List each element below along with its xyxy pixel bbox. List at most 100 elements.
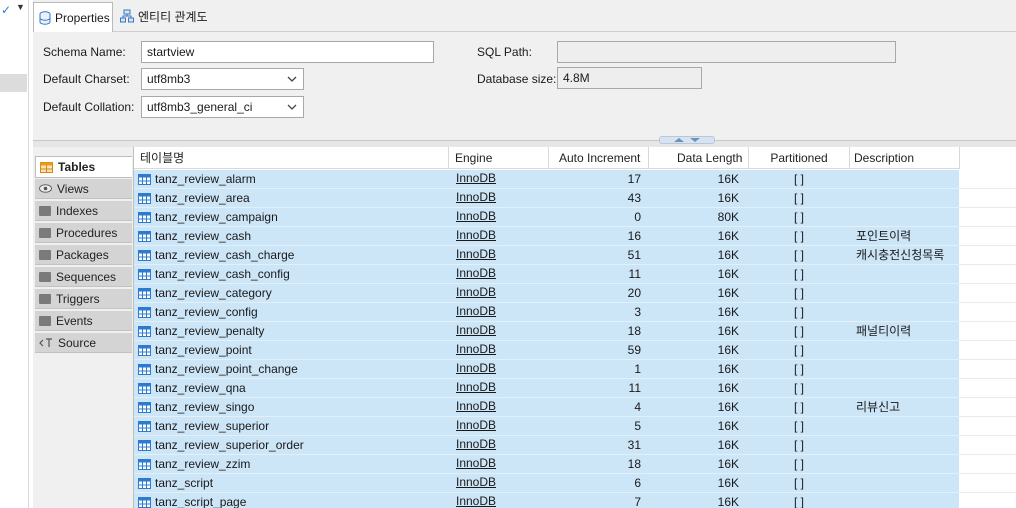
- cell-auto-increment[interactable]: 18: [549, 322, 647, 341]
- cell-auto-increment[interactable]: 0: [549, 208, 647, 227]
- cell-description[interactable]: 패널티이력: [854, 322, 959, 341]
- cell-engine-link[interactable]: InnoDB: [456, 189, 546, 208]
- cell-data-length[interactable]: 16K: [649, 303, 745, 322]
- table-row[interactable]: tanz_review_category InnoDB 20 16K[ ]: [134, 284, 1016, 303]
- cell-partitioned[interactable]: [ ]: [749, 170, 849, 189]
- table-row[interactable]: tanz_review_zzim InnoDB 18 16K[ ]: [134, 455, 1016, 474]
- cell-auto-increment[interactable]: 51: [549, 246, 647, 265]
- cell-engine-link[interactable]: InnoDB: [456, 474, 546, 493]
- table-row[interactable]: tanz_script InnoDB 6 16K[ ]: [134, 474, 1016, 493]
- cell-partitioned[interactable]: [ ]: [749, 493, 849, 508]
- cell-partitioned[interactable]: [ ]: [749, 474, 849, 493]
- column-header-description[interactable]: Description: [850, 147, 960, 169]
- cell-table-name[interactable]: tanz_review_penalty: [138, 322, 448, 341]
- cell-engine-link[interactable]: InnoDB: [456, 227, 546, 246]
- cell-description[interactable]: [854, 493, 959, 508]
- side-tab-packages[interactable]: Packages: [35, 245, 132, 265]
- cell-auto-increment[interactable]: 17: [549, 170, 647, 189]
- cell-engine-link[interactable]: InnoDB: [456, 493, 546, 508]
- cell-data-length[interactable]: 16K: [649, 417, 745, 436]
- cell-description[interactable]: [854, 474, 959, 493]
- table-row[interactable]: tanz_script_page InnoDB 7 16K [ ]: [134, 493, 1016, 508]
- cell-engine-link[interactable]: InnoDB: [456, 436, 546, 455]
- sql-path-field[interactable]: [557, 41, 896, 63]
- cell-data-length[interactable]: 16K: [649, 398, 745, 417]
- column-header-table-name[interactable]: 테이블명: [134, 147, 449, 169]
- cell-table-name[interactable]: tanz_review_superior: [138, 417, 448, 436]
- cell-data-length[interactable]: 16K: [649, 436, 745, 455]
- cell-data-length[interactable]: 16K: [649, 360, 745, 379]
- column-header-data-length[interactable]: Data Length: [649, 147, 749, 169]
- cell-data-length[interactable]: 16K: [649, 341, 745, 360]
- cell-description[interactable]: [854, 303, 959, 322]
- cell-auto-increment[interactable]: 11: [549, 379, 647, 398]
- cell-data-length[interactable]: 80K: [649, 208, 745, 227]
- column-header-partitioned[interactable]: Partitioned: [749, 147, 850, 169]
- cell-partitioned[interactable]: [ ]: [749, 322, 849, 341]
- side-tab-tables[interactable]: Tables: [35, 156, 132, 178]
- cell-engine-link[interactable]: InnoDB: [456, 398, 546, 417]
- dropdown-arrow-icon[interactable]: ▼: [16, 2, 25, 12]
- cell-data-length[interactable]: 16K: [649, 170, 745, 189]
- cell-table-name[interactable]: tanz_review_qna: [138, 379, 448, 398]
- table-row[interactable]: tanz_review_penalty InnoDB 18 16K[ ] 패널티이력: [134, 322, 1016, 341]
- cell-engine-link[interactable]: InnoDB: [456, 417, 546, 436]
- cell-data-length[interactable]: 16K: [649, 455, 745, 474]
- cell-table-name[interactable]: tanz_review_cash_charge: [138, 246, 448, 265]
- cell-partitioned[interactable]: [ ]: [749, 227, 849, 246]
- navigator-selected-row[interactable]: [0, 74, 27, 92]
- cell-description[interactable]: [854, 455, 959, 474]
- cell-description[interactable]: [854, 360, 959, 379]
- side-tab-procedures[interactable]: Procedures: [35, 223, 132, 243]
- tab-er-diagram[interactable]: 엔티티 관계도: [115, 2, 219, 30]
- cell-data-length[interactable]: 16K: [649, 379, 745, 398]
- cell-auto-increment[interactable]: 5: [549, 417, 647, 436]
- cell-description[interactable]: [854, 208, 959, 227]
- panel-splitter[interactable]: [33, 140, 1016, 147]
- cell-engine-link[interactable]: InnoDB: [456, 208, 546, 227]
- cell-auto-increment[interactable]: 20: [549, 284, 647, 303]
- default-collation-select[interactable]: utf8mb3_general_ci: [141, 96, 304, 118]
- splitter-handle[interactable]: [659, 136, 715, 144]
- table-row[interactable]: tanz_review_superior_order InnoDB 31 16K[ ]: [134, 436, 1016, 455]
- cell-partitioned[interactable]: [ ]: [749, 455, 849, 474]
- cell-engine-link[interactable]: InnoDB: [456, 360, 546, 379]
- cell-description[interactable]: 캐시충전신청목록: [854, 246, 959, 265]
- table-row[interactable]: tanz_review_alarm InnoDB 17 16K[ ]: [134, 170, 1016, 189]
- cell-description[interactable]: [854, 189, 959, 208]
- table-row[interactable]: tanz_review_cash InnoDB 16 16K[ ] 포인트이력: [134, 227, 1016, 246]
- cell-partitioned[interactable]: [ ]: [749, 246, 849, 265]
- cell-table-name[interactable]: tanz_review_cash_config: [138, 265, 448, 284]
- cell-engine-link[interactable]: InnoDB: [456, 322, 546, 341]
- table-row[interactable]: tanz_review_singo InnoDB 4 16K[ ] 리뷰신고: [134, 398, 1016, 417]
- cell-data-length[interactable]: 16K: [649, 322, 745, 341]
- table-row[interactable]: tanz_review_qna InnoDB 11 16K[ ]: [134, 379, 1016, 398]
- cell-table-name[interactable]: tanz_review_point: [138, 341, 448, 360]
- side-tab-sequences[interactable]: Sequences: [35, 267, 132, 287]
- cell-auto-increment[interactable]: 1: [549, 360, 647, 379]
- cell-table-name[interactable]: tanz_review_config: [138, 303, 448, 322]
- cell-auto-increment[interactable]: 31: [549, 436, 647, 455]
- table-row[interactable]: tanz_review_cash_charge InnoDB 51 16K[ ] 캐시충…: [134, 246, 1016, 265]
- cell-partitioned[interactable]: [ ]: [749, 208, 849, 227]
- table-row[interactable]: tanz_review_area InnoDB 43 16K[ ]: [134, 189, 1016, 208]
- cell-table-name[interactable]: tanz_review_point_change: [138, 360, 448, 379]
- cell-auto-increment[interactable]: 3: [549, 303, 647, 322]
- side-tab-indexes[interactable]: Indexes: [35, 201, 132, 221]
- cell-description[interactable]: 포인트이력: [854, 227, 959, 246]
- cell-description[interactable]: [854, 341, 959, 360]
- side-tab-events[interactable]: Events: [35, 311, 132, 331]
- cell-table-name[interactable]: tanz_script_page: [138, 493, 448, 508]
- cell-table-name[interactable]: tanz_review_category: [138, 284, 448, 303]
- cell-engine-link[interactable]: InnoDB: [456, 379, 546, 398]
- table-row[interactable]: tanz_review_superior InnoDB 5 16K[ ]: [134, 417, 1016, 436]
- cell-engine-link[interactable]: InnoDB: [456, 303, 546, 322]
- cell-auto-increment[interactable]: 7: [549, 493, 647, 508]
- cell-description[interactable]: [854, 436, 959, 455]
- cell-partitioned[interactable]: [ ]: [749, 398, 849, 417]
- cell-engine-link[interactable]: InnoDB: [456, 246, 546, 265]
- default-charset-select[interactable]: utf8mb3: [141, 68, 304, 90]
- cell-table-name[interactable]: tanz_review_area: [138, 189, 448, 208]
- schema-name-field[interactable]: startview: [141, 41, 434, 63]
- table-row[interactable]: tanz_review_point InnoDB 59 16K[ ]: [134, 341, 1016, 360]
